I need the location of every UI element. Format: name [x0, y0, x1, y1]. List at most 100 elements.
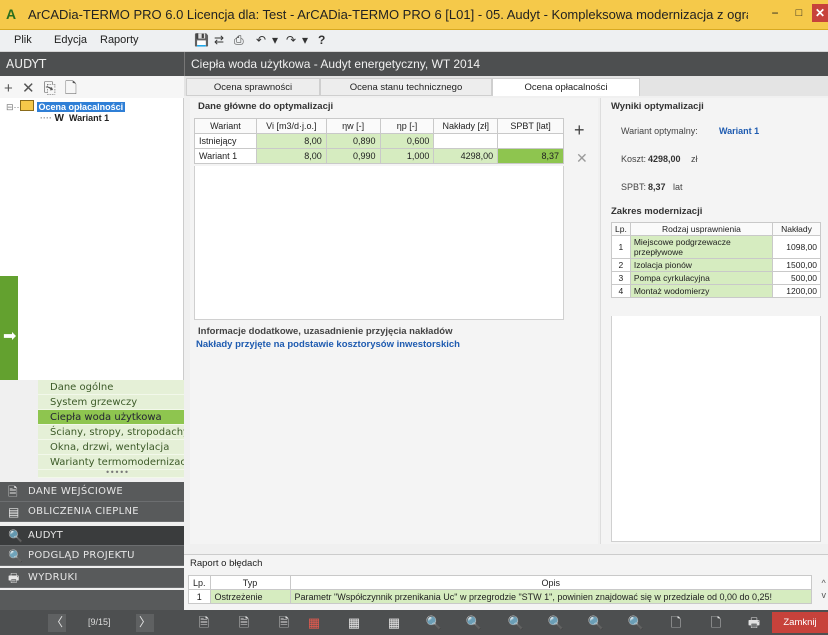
arrow-right-icon[interactable]: ➡ [3, 326, 16, 346]
edit-doc-icon[interactable]: 🗎 [234, 614, 254, 632]
preview-icon[interactable]: ⎙ [234, 33, 244, 48]
scope-table: Lp. Rodzaj usprawnienia Nakłady 1 Miejsc… [611, 222, 821, 298]
prev-page-button[interactable]: 〈 [48, 614, 66, 632]
maximize-button[interactable]: □ [789, 4, 809, 22]
tab-ocena-stanu[interactable]: Ocena stanu technicznego [320, 78, 492, 96]
section-dane-wejsciowe[interactable]: 🗎 DANE WEJŚCIOWE [0, 482, 184, 502]
cell[interactable]: 500,00 [772, 271, 821, 285]
table-row[interactable]: 1 Miejscowe podgrzewacze przepływowe 109… [611, 235, 821, 259]
cell[interactable]: Wariant 1 [194, 148, 257, 164]
tab-ocena-oplacalnosci[interactable]: Ocena opłacalności [492, 78, 640, 96]
nav-item-dane-ogolne[interactable]: Dane ogólne [38, 380, 184, 395]
variant-icon: W [54, 113, 64, 124]
table-row[interactable]: 4 Montaż wodomierzy 1200,00 [611, 284, 821, 298]
app-logo-icon: A [6, 6, 17, 22]
menu-raporty[interactable]: Raporty [100, 34, 139, 46]
calc-grid-icon[interactable]: ▦ [384, 614, 404, 632]
opt-title: Dane główne do optymalizacji [198, 101, 334, 112]
cell[interactable]: 8,00 [255, 148, 327, 164]
new-doc-icon[interactable]: 🗎 [194, 614, 214, 632]
nav-item-warianty[interactable]: Warianty termomodernizacyjne [38, 455, 184, 470]
error-report: Raport o błędach Lp. Typ Opis 1 Ostrzeże… [184, 554, 828, 610]
table-row[interactable]: Istniejący 8,00 0,890 0,600 [194, 133, 564, 149]
add-node-icon[interactable]: + [4, 80, 13, 97]
paste-node-icon[interactable]: 🗋 [65, 80, 77, 97]
section-audyt[interactable]: 🔍 AUDYT [0, 526, 184, 546]
doc-arrow-icon[interactable]: 🗎 [274, 614, 294, 632]
close-window-button[interactable]: ✕ [812, 4, 828, 22]
cell[interactable]: 0,990 [325, 148, 381, 164]
scope-title: Zakres modernizacji [611, 206, 703, 217]
cell[interactable]: Istniejący [194, 133, 257, 149]
audit-icon-3[interactable]: 🔍 [546, 614, 566, 632]
tree-item-variant[interactable]: ···· W Wariant 1 [40, 113, 109, 124]
col-header: SPBT [lat] [497, 118, 564, 134]
calc-icon[interactable]: ▦ [344, 614, 364, 632]
menu-edycja[interactable]: Edycja [54, 34, 87, 46]
nav-item-okna[interactable]: Okna, drzwi, wentylacja [38, 440, 184, 455]
cell[interactable]: Ostrzeżenie [209, 589, 291, 604]
cell[interactable]: Miejscowe podgrzewacze przepływowe [629, 235, 774, 259]
section-podglad-projektu[interactable]: 🔍 PODGLĄD PROJEKTU [0, 546, 184, 566]
cell[interactable]: 8,00 [255, 133, 327, 149]
col-header: Typ [209, 575, 291, 590]
cell[interactable]: 8,37 [497, 148, 564, 164]
cell: 4 [611, 284, 631, 298]
cell[interactable]: Pompa cyrkulacyjna [629, 271, 774, 285]
table-row[interactable]: 2 Izolacja pionów 1500,00 [611, 258, 821, 272]
remove-variant-button[interactable]: ✕ [576, 150, 588, 167]
scroll-down-icon[interactable]: v [822, 589, 827, 601]
preview-icon[interactable]: 🔍 [586, 614, 606, 632]
cell[interactable]: 0,600 [379, 133, 435, 149]
nav-item-sciany[interactable]: Ściany, stropy, stropodachy [38, 425, 184, 440]
left-panel-header: AUDYT [0, 52, 184, 76]
nav-more-handle[interactable]: ••••• [38, 470, 184, 478]
cell[interactable] [497, 133, 564, 149]
close-button[interactable]: Zamknij [772, 612, 828, 633]
cell[interactable]: Montaż wodomierzy [629, 284, 774, 298]
table-row[interactable]: 3 Pompa cyrkulacyjna 500,00 [611, 271, 821, 285]
cell[interactable]: 0,890 [325, 133, 381, 149]
table-row[interactable]: Wariant 1 8,00 0,990 1,000 4298,00 8,37 [194, 148, 564, 164]
cell[interactable]: 4298,00 [433, 148, 499, 164]
undo-icon[interactable]: ↶ [256, 33, 266, 47]
help-icon[interactable]: ? [318, 33, 325, 47]
cell[interactable]: 1200,00 [772, 284, 821, 298]
cell[interactable]: 1,000 [379, 148, 435, 164]
scroll-up-icon[interactable]: ^ [822, 577, 827, 589]
cell[interactable]: 1098,00 [772, 235, 821, 259]
tree-item-root[interactable]: ⊟·· Ocena opłacalności [6, 100, 126, 113]
tab-ocena-sprawnosci[interactable]: Ocena sprawności [186, 78, 320, 96]
next-page-button[interactable]: 〉 [136, 614, 154, 632]
calc-red-icon[interactable]: ▦ [304, 614, 324, 632]
section-wydruki[interactable]: 🖶 WYDRUKI [0, 568, 184, 588]
redo-dropdown-icon[interactable]: ▾ [302, 33, 308, 47]
add-variant-button[interactable]: + [574, 120, 585, 141]
save-icon[interactable]: 💾 [194, 33, 209, 47]
copy-node-icon[interactable]: ⎘ [44, 80, 56, 97]
cost-unit: zł [691, 154, 698, 164]
cell[interactable] [433, 133, 499, 149]
minimize-button[interactable]: − [765, 4, 785, 22]
preview-page-icon-2[interactable]: 🗋 [706, 614, 726, 632]
section-obliczenia-cieplne[interactable]: ▤ OBLICZENIA CIEPLNE [0, 502, 184, 522]
nav-item-system-grzewczy[interactable]: System grzewczy [38, 395, 184, 410]
undo-dropdown-icon[interactable]: ▾ [272, 33, 278, 47]
redo-icon[interactable]: ↷ [286, 33, 296, 47]
refresh-icon[interactable]: ⇄ [214, 33, 224, 47]
nav-item-cwu[interactable]: Ciepła woda użytkowa [38, 410, 184, 425]
cell[interactable]: Izolacja pionów [629, 258, 774, 272]
audit-icon-2[interactable]: 🔍 [464, 614, 484, 632]
table-row[interactable]: 1 Ostrzeżenie Parametr "Współczynnik prz… [188, 589, 813, 604]
preview-icon-2[interactable]: 🔍 [626, 614, 646, 632]
audit-green-icon[interactable]: 🔍 [506, 614, 526, 632]
audit-icon[interactable]: 🔍 [424, 614, 444, 632]
menu-plik[interactable]: Plik [14, 34, 32, 46]
delete-node-icon[interactable]: ✕ [22, 80, 35, 97]
cell[interactable]: Parametr "Współczynnik przenikania Uc" w… [289, 589, 813, 604]
print-icon[interactable]: 🖶 [744, 614, 764, 632]
cell[interactable]: 1500,00 [772, 258, 821, 272]
preview-page-icon[interactable]: 🗋 [666, 614, 686, 632]
report-scrollbar[interactable]: ^ v [822, 577, 827, 601]
info-text[interactable]: Nakłady przyjęte na podstawie kosztorysó… [196, 339, 460, 350]
